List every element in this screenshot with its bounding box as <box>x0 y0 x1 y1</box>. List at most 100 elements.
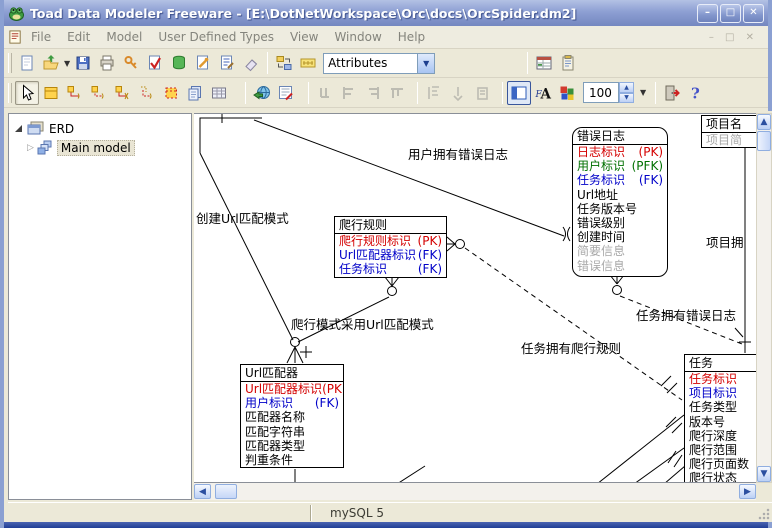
toolbar-separator <box>655 82 656 104</box>
diagram-canvas[interactable]: 错误日志日志标识(PK)用户标识(PFK)任务标识(FK)Url地址任务版本号错… <box>194 113 756 483</box>
relationship-identifying-icon[interactable] <box>63 81 87 105</box>
entity-title: Url匹配器 <box>241 365 343 382</box>
entity-field: 爬行范围 <box>685 443 756 457</box>
combobox-dropdown-icon[interactable]: ▼ <box>417 54 434 73</box>
toolbar-grip[interactable] <box>8 83 12 103</box>
print-icon[interactable] <box>95 51 119 75</box>
open-model-icon[interactable] <box>39 51 63 75</box>
export-model-icon[interactable] <box>274 81 298 105</box>
scroll-up-icon[interactable]: ▲ <box>757 114 771 130</box>
edit-script-icon[interactable] <box>215 51 239 75</box>
menu-window[interactable]: Window <box>326 27 389 47</box>
menu-edit[interactable]: Edit <box>59 27 98 47</box>
tree-collapsed-icon[interactable]: ▷ <box>27 143 34 153</box>
relationship-non-identifying-icon[interactable] <box>87 81 111 105</box>
align-center-icon <box>337 81 361 105</box>
relationship-label[interactable]: 用户拥有错误日志 <box>408 144 508 163</box>
zoom-value[interactable]: 100 <box>583 82 619 103</box>
help-icon[interactable]: ? <box>684 81 708 105</box>
vertical-scroll-thumb[interactable] <box>757 131 771 151</box>
convert-model-icon[interactable] <box>272 51 296 75</box>
relationship-label[interactable]: 任务拥有爬行规则 <box>521 338 621 357</box>
arrange-objects-icon <box>422 81 446 105</box>
zoom-spinner[interactable]: 100 ▲ ▼ <box>583 82 634 103</box>
generate-sql-icon[interactable] <box>167 51 191 75</box>
new-model-icon[interactable] <box>15 51 39 75</box>
close-button[interactable]: ✕ <box>743 4 764 23</box>
exit-icon[interactable] <box>660 81 684 105</box>
menu-model[interactable]: Model <box>98 27 150 47</box>
zoom-down-icon[interactable]: ▼ <box>619 93 634 104</box>
minimize-button[interactable]: – <box>697 4 718 23</box>
toolbar-grip[interactable] <box>8 53 12 73</box>
save-icon[interactable] <box>71 51 95 75</box>
align-top-icon <box>385 81 409 105</box>
entity-field: 爬行页面数 <box>685 457 756 471</box>
open-dropdown-caret[interactable]: ▼ <box>64 59 70 68</box>
scroll-left-icon[interactable]: ◀ <box>194 484 211 499</box>
new-grid-icon[interactable] <box>207 81 231 105</box>
colors-icon[interactable] <box>555 81 579 105</box>
menu-help[interactable]: Help <box>390 27 433 47</box>
entity-field: 匹配器名称 <box>241 410 343 424</box>
zoom-dropdown-caret[interactable]: ▼ <box>640 88 646 97</box>
entity-crawl-rule[interactable]: 爬行规则爬行规则标识(PK)Url匹配器标识(FK)任务标识(FK) <box>334 216 447 278</box>
verify-model-icon[interactable] <box>119 51 143 75</box>
scroll-right-icon[interactable]: ▶ <box>739 484 756 499</box>
title-bar: Toad Data Modeler Freeware - [E:\DotNetW… <box>4 0 768 26</box>
menu-file[interactable]: File <box>23 27 59 47</box>
menu-view[interactable]: View <box>282 27 326 47</box>
toolbar-separator <box>502 82 503 104</box>
entity-field: 爬行深度 <box>685 429 756 443</box>
panel-toggle-icon[interactable] <box>507 81 531 105</box>
tree-node-main-model[interactable]: ▷ Main model <box>9 139 191 156</box>
mdi-window-controls[interactable]: – □ ✕ <box>709 32 764 43</box>
entity-field: 简要信息 <box>573 244 667 258</box>
attribute-ruler-icon[interactable] <box>296 51 320 75</box>
check-model-icon[interactable] <box>143 51 167 75</box>
tree-node-main-model-label[interactable]: Main model <box>57 140 135 156</box>
vertical-scrollbar[interactable]: ▲ ▼ <box>756 113 772 483</box>
toolbar-separator <box>527 52 528 74</box>
relationship-label[interactable]: 任务拥有错误日志 <box>636 305 736 324</box>
entity-error-log[interactable]: 错误日志日志标识(PK)用户标识(PFK)任务标识(FK)Url地址任务版本号错… <box>572 127 668 277</box>
tree-expanded-icon[interactable] <box>15 125 22 132</box>
tree-node-erd-label[interactable]: ERD <box>49 122 74 136</box>
toolbar-objects: FA 100 ▲ ▼ ▼ ? <box>4 78 768 108</box>
menu-user-defined-types[interactable]: User Defined Types <box>150 27 282 47</box>
resize-grip[interactable] <box>758 508 770 520</box>
model-settings-icon[interactable] <box>191 51 215 75</box>
toolbar-standard: ▼ Attributes ▼ <box>4 49 768 78</box>
object-type-combobox[interactable]: Attributes ▼ <box>323 53 435 74</box>
reverse-engineer-icon[interactable] <box>250 81 274 105</box>
relationship-label[interactable]: 爬行模式采用Url匹配模式 <box>291 314 434 333</box>
horizontal-scrollbar[interactable]: ◀ ▶ <box>194 483 756 500</box>
relationship-label[interactable]: 创建Url匹配模式 <box>196 208 289 227</box>
tree-node-erd[interactable]: ERD <box>9 120 191 137</box>
svg-text:?: ? <box>691 84 700 102</box>
select-pointer-icon[interactable] <box>15 81 39 105</box>
relationship-self-icon[interactable] <box>135 81 159 105</box>
entity-field: 匹配字符串 <box>241 425 343 439</box>
relationship-label[interactable]: 项目拥 <box>706 232 744 251</box>
new-note-icon[interactable] <box>183 81 207 105</box>
new-entity-icon[interactable] <box>39 81 63 105</box>
entity-url-matcher[interactable]: Url匹配器Url匹配器标识(PK)用户标识(FK)匹配器名称匹配字符串匹配器类… <box>240 364 344 468</box>
to-do-list-icon[interactable] <box>556 51 580 75</box>
entity-field: 错误信息 <box>573 259 667 273</box>
report-icon[interactable] <box>532 51 556 75</box>
entity-project[interactable]: 项目名项目简 <box>701 115 756 148</box>
new-view-icon[interactable] <box>159 81 183 105</box>
zoom-up-icon[interactable]: ▲ <box>619 82 634 93</box>
horizontal-scroll-thumb[interactable] <box>215 484 237 499</box>
font-icon[interactable]: FA <box>531 81 555 105</box>
entity-task[interactable]: 任务任务标识项目标识任务类型版本号爬行深度爬行范围爬行页面数爬行状态 <box>684 354 756 483</box>
clear-icon[interactable] <box>239 51 263 75</box>
maximize-button[interactable]: □ <box>720 4 741 23</box>
scroll-down-icon[interactable]: ▼ <box>757 466 771 482</box>
entity-title: 爬行规则 <box>335 217 446 234</box>
window-title: Toad Data Modeler Freeware - [E:\DotNetW… <box>30 6 695 21</box>
erd-folder-icon <box>27 121 45 136</box>
toolbar-separator <box>267 52 268 74</box>
relationship-mn-icon[interactable] <box>111 81 135 105</box>
